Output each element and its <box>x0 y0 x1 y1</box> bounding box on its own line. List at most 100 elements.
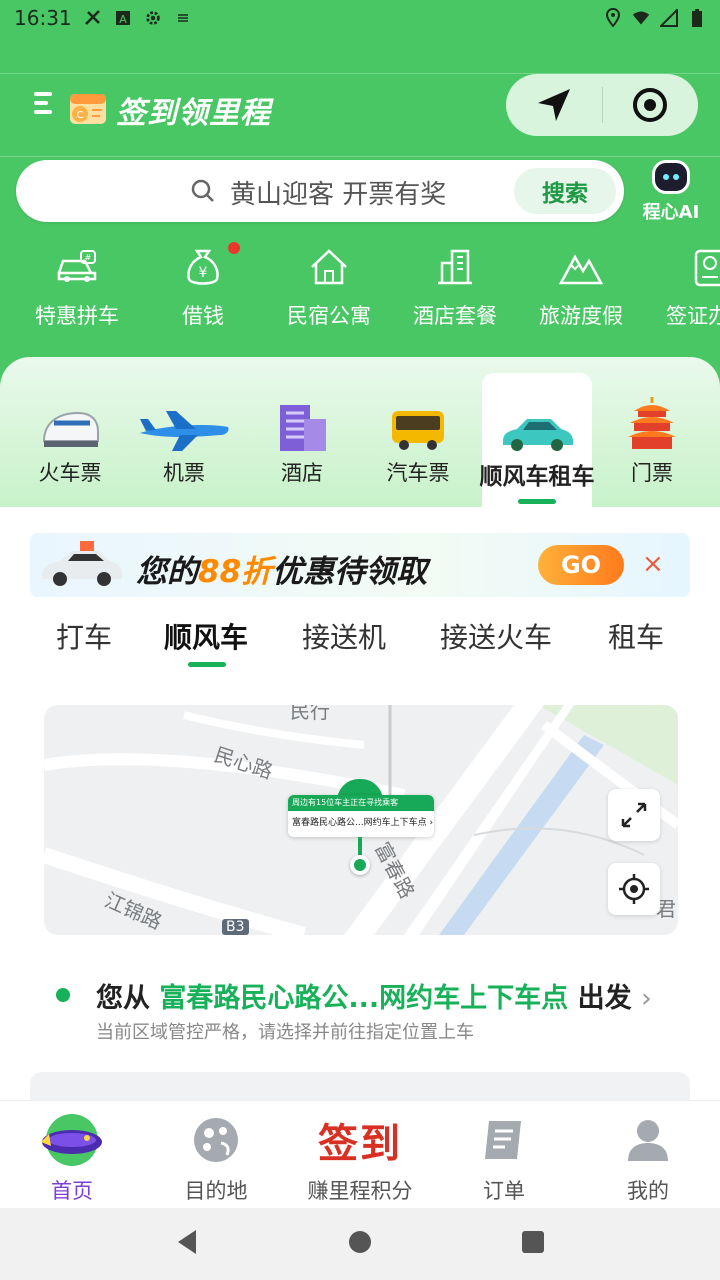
hotel-building-icon <box>392 244 518 290</box>
svg-text:#: # <box>85 253 92 262</box>
tab-taxi[interactable]: 打车 <box>56 616 112 656</box>
tools-icon <box>84 9 102 27</box>
signal-icon <box>660 9 678 27</box>
order-list-icon <box>434 1111 574 1169</box>
palette-globe-icon <box>146 1111 286 1169</box>
departure-location[interactable]: 富春路民心路公...网约车上下车点 <box>159 983 568 1014</box>
navigation-arrow-icon[interactable] <box>506 74 602 136</box>
search-input[interactable]: 黄山迎客 开票有奖 <box>230 174 446 211</box>
system-nav-bar <box>0 1208 720 1280</box>
teal-car-icon <box>482 373 592 457</box>
svg-text:C: C <box>77 110 84 121</box>
search-bar[interactable]: 黄山迎客 开票有奖 搜索 <box>16 160 624 222</box>
status-bar: 16:31 A <box>0 0 720 36</box>
category-ride-rental[interactable]: 顺风车租车 <box>480 373 595 507</box>
app-a-icon: A <box>114 9 132 27</box>
chevron-right-icon[interactable]: › <box>641 983 652 1014</box>
nav-label: 首页 <box>51 1179 93 1203</box>
tab-airport-transfer[interactable]: 接送机 <box>302 616 386 656</box>
quick-entry-label: 酒店套餐 <box>413 304 497 328</box>
map-pin-icon <box>350 855 370 875</box>
blimp-icon <box>2 1111 142 1169</box>
signin-badge: 签到 <box>318 1120 402 1167</box>
locate-me-icon[interactable] <box>608 863 660 915</box>
pin-card-location: 富春路民心路公...网约车上下车点 › <box>292 818 434 828</box>
category-label: 汽车票 <box>386 461 450 485</box>
robot-icon <box>652 160 690 194</box>
bus-icon <box>362 357 474 457</box>
quick-entry-label: 旅游度假 <box>539 304 623 328</box>
calendar-gift-icon[interactable]: C <box>66 86 110 126</box>
quick-entry-label: 民宿公寓 <box>287 304 371 328</box>
recents-square-icon[interactable] <box>520 1229 546 1259</box>
departure-note: 当前区域管控严格，请选择并前往指定位置上车 <box>96 1022 474 1043</box>
quick-entry-loan[interactable]: ¥ 借钱 <box>140 244 266 330</box>
nav-destination[interactable]: 目的地 <box>146 1111 286 1205</box>
quick-entry-homestay[interactable]: 民宿公寓 <box>266 244 392 330</box>
quick-entry-hotel-package[interactable]: 酒店套餐 <box>392 244 518 330</box>
nav-earn-miles[interactable]: 签到 赚里程积分 <box>290 1111 430 1205</box>
search-icon <box>190 178 216 208</box>
nav-label: 赚里程积分 <box>307 1179 413 1203</box>
search-button[interactable]: 搜索 <box>514 168 616 214</box>
house-icon <box>266 244 392 290</box>
settings-gear-icon <box>144 9 162 27</box>
category-hotel[interactable]: 酒店 <box>246 357 358 507</box>
home-circle-icon[interactable] <box>347 1229 373 1259</box>
temple-icon <box>596 357 708 457</box>
data-saver-icon <box>174 9 192 27</box>
category-flight[interactable]: 机票 <box>128 357 240 507</box>
header-capsule <box>506 74 698 136</box>
quick-entry-label: 签证办 <box>666 304 720 328</box>
ai-assistant-button[interactable]: 程心AI <box>636 160 706 224</box>
nav-orders[interactable]: 订单 <box>434 1111 574 1205</box>
category-train[interactable]: 火车票 <box>14 357 126 507</box>
target-circle-icon[interactable] <box>603 74 699 136</box>
promo-go-button[interactable]: GO <box>538 545 624 585</box>
bottom-nav: 首页 目的地 签到 赚里程积分 订单 我的 <box>0 1100 720 1208</box>
notification-dot <box>228 242 240 254</box>
map-view[interactable]: 民心路 江锦路 富春路 B3 君 民行 周边有15位车主正在寻找乘客 富春路民心… <box>44 705 678 935</box>
tab-car-rental[interactable]: 租车 <box>608 616 664 656</box>
map-road-label: B3 <box>222 919 249 935</box>
promo-banner[interactable]: 您的88折优惠待领取 GO × <box>30 533 690 597</box>
category-label: 火车票 <box>38 461 102 485</box>
departure-line: 您从 富春路民心路公...网约车上下车点 出发 › <box>96 983 652 1014</box>
tab-hitch-ride[interactable]: 顺风车 <box>164 616 248 656</box>
category-bus[interactable]: 汽车票 <box>362 357 474 507</box>
quick-entry-visa[interactable]: 签证办 <box>644 244 720 330</box>
menu-icon[interactable] <box>34 92 56 120</box>
airplane-icon <box>128 357 240 457</box>
active-tab-indicator <box>188 662 226 667</box>
category-label: 机票 <box>163 461 205 485</box>
close-icon[interactable]: × <box>642 549 664 579</box>
money-bag-icon: ¥ <box>140 244 266 290</box>
nav-home[interactable]: 首页 <box>2 1111 142 1205</box>
nav-label: 我的 <box>627 1179 669 1203</box>
pin-card-status: 周边有15位车主正在寻找乘客 <box>288 795 434 811</box>
category-label: 门票 <box>631 461 673 485</box>
tab-train-transfer[interactable]: 接送火车 <box>440 616 552 656</box>
category-tickets[interactable]: 门票 <box>596 357 708 507</box>
expand-icon[interactable] <box>608 789 660 841</box>
nav-label: 订单 <box>483 1179 525 1203</box>
user-icon <box>578 1111 718 1169</box>
brand-title[interactable]: 签到领里程 <box>116 88 271 132</box>
category-label: 顺风车租车 <box>479 464 595 490</box>
back-icon[interactable] <box>174 1228 200 1260</box>
quick-entry-label: 特惠拼车 <box>35 304 119 328</box>
svg-text:A: A <box>119 13 127 26</box>
nav-profile[interactable]: 我的 <box>578 1111 718 1205</box>
departure-dot-icon <box>56 988 70 1002</box>
location-icon <box>604 8 622 28</box>
map-road-label: 民行 <box>290 705 330 723</box>
svg-text:¥: ¥ <box>199 265 208 281</box>
quick-entry-vacation[interactable]: 旅游度假 <box>518 244 644 330</box>
quick-entry-car-pool[interactable]: # 特惠拼车 <box>14 244 140 330</box>
status-time: 16:31 <box>14 6 72 30</box>
category-label: 酒店 <box>281 461 323 485</box>
wifi-icon <box>632 9 650 27</box>
nav-label: 目的地 <box>184 1179 248 1203</box>
pickup-pin-card[interactable]: 周边有15位车主正在寻找乘客 富春路民心路公...网约车上下车点 › <box>288 795 434 837</box>
promo-car-icon <box>40 541 124 593</box>
